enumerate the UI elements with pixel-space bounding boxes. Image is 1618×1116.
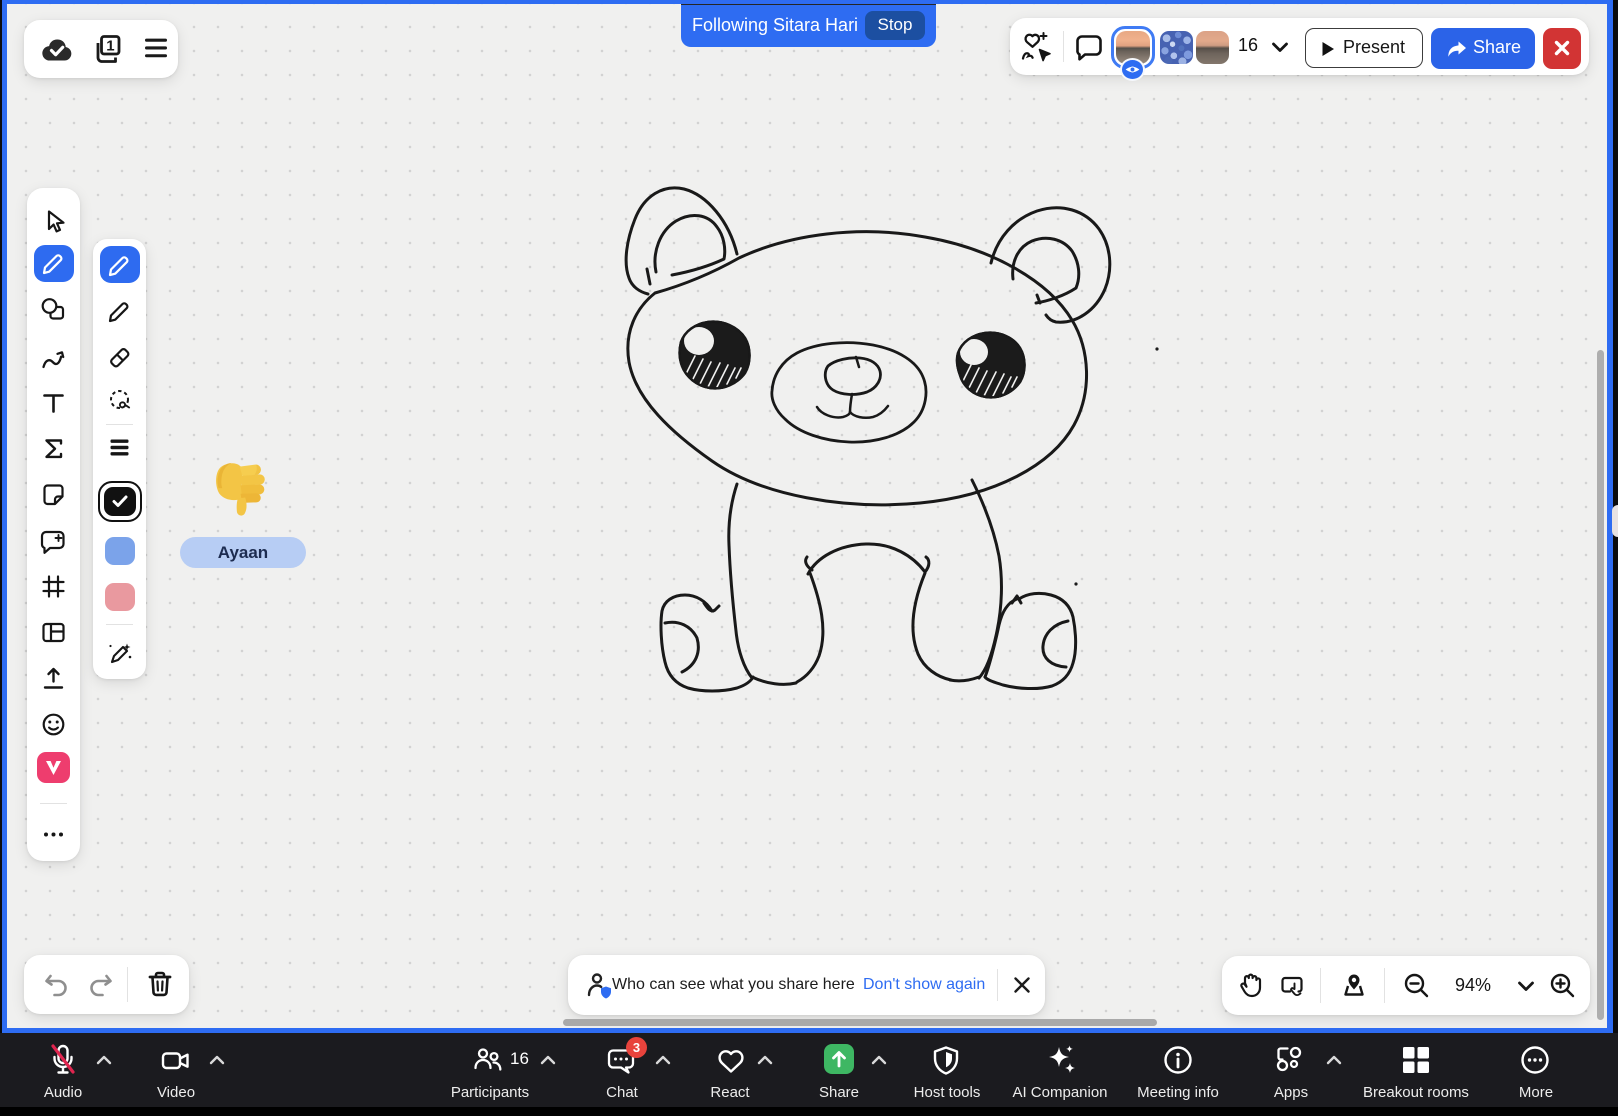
svg-text:1: 1 (106, 37, 114, 54)
